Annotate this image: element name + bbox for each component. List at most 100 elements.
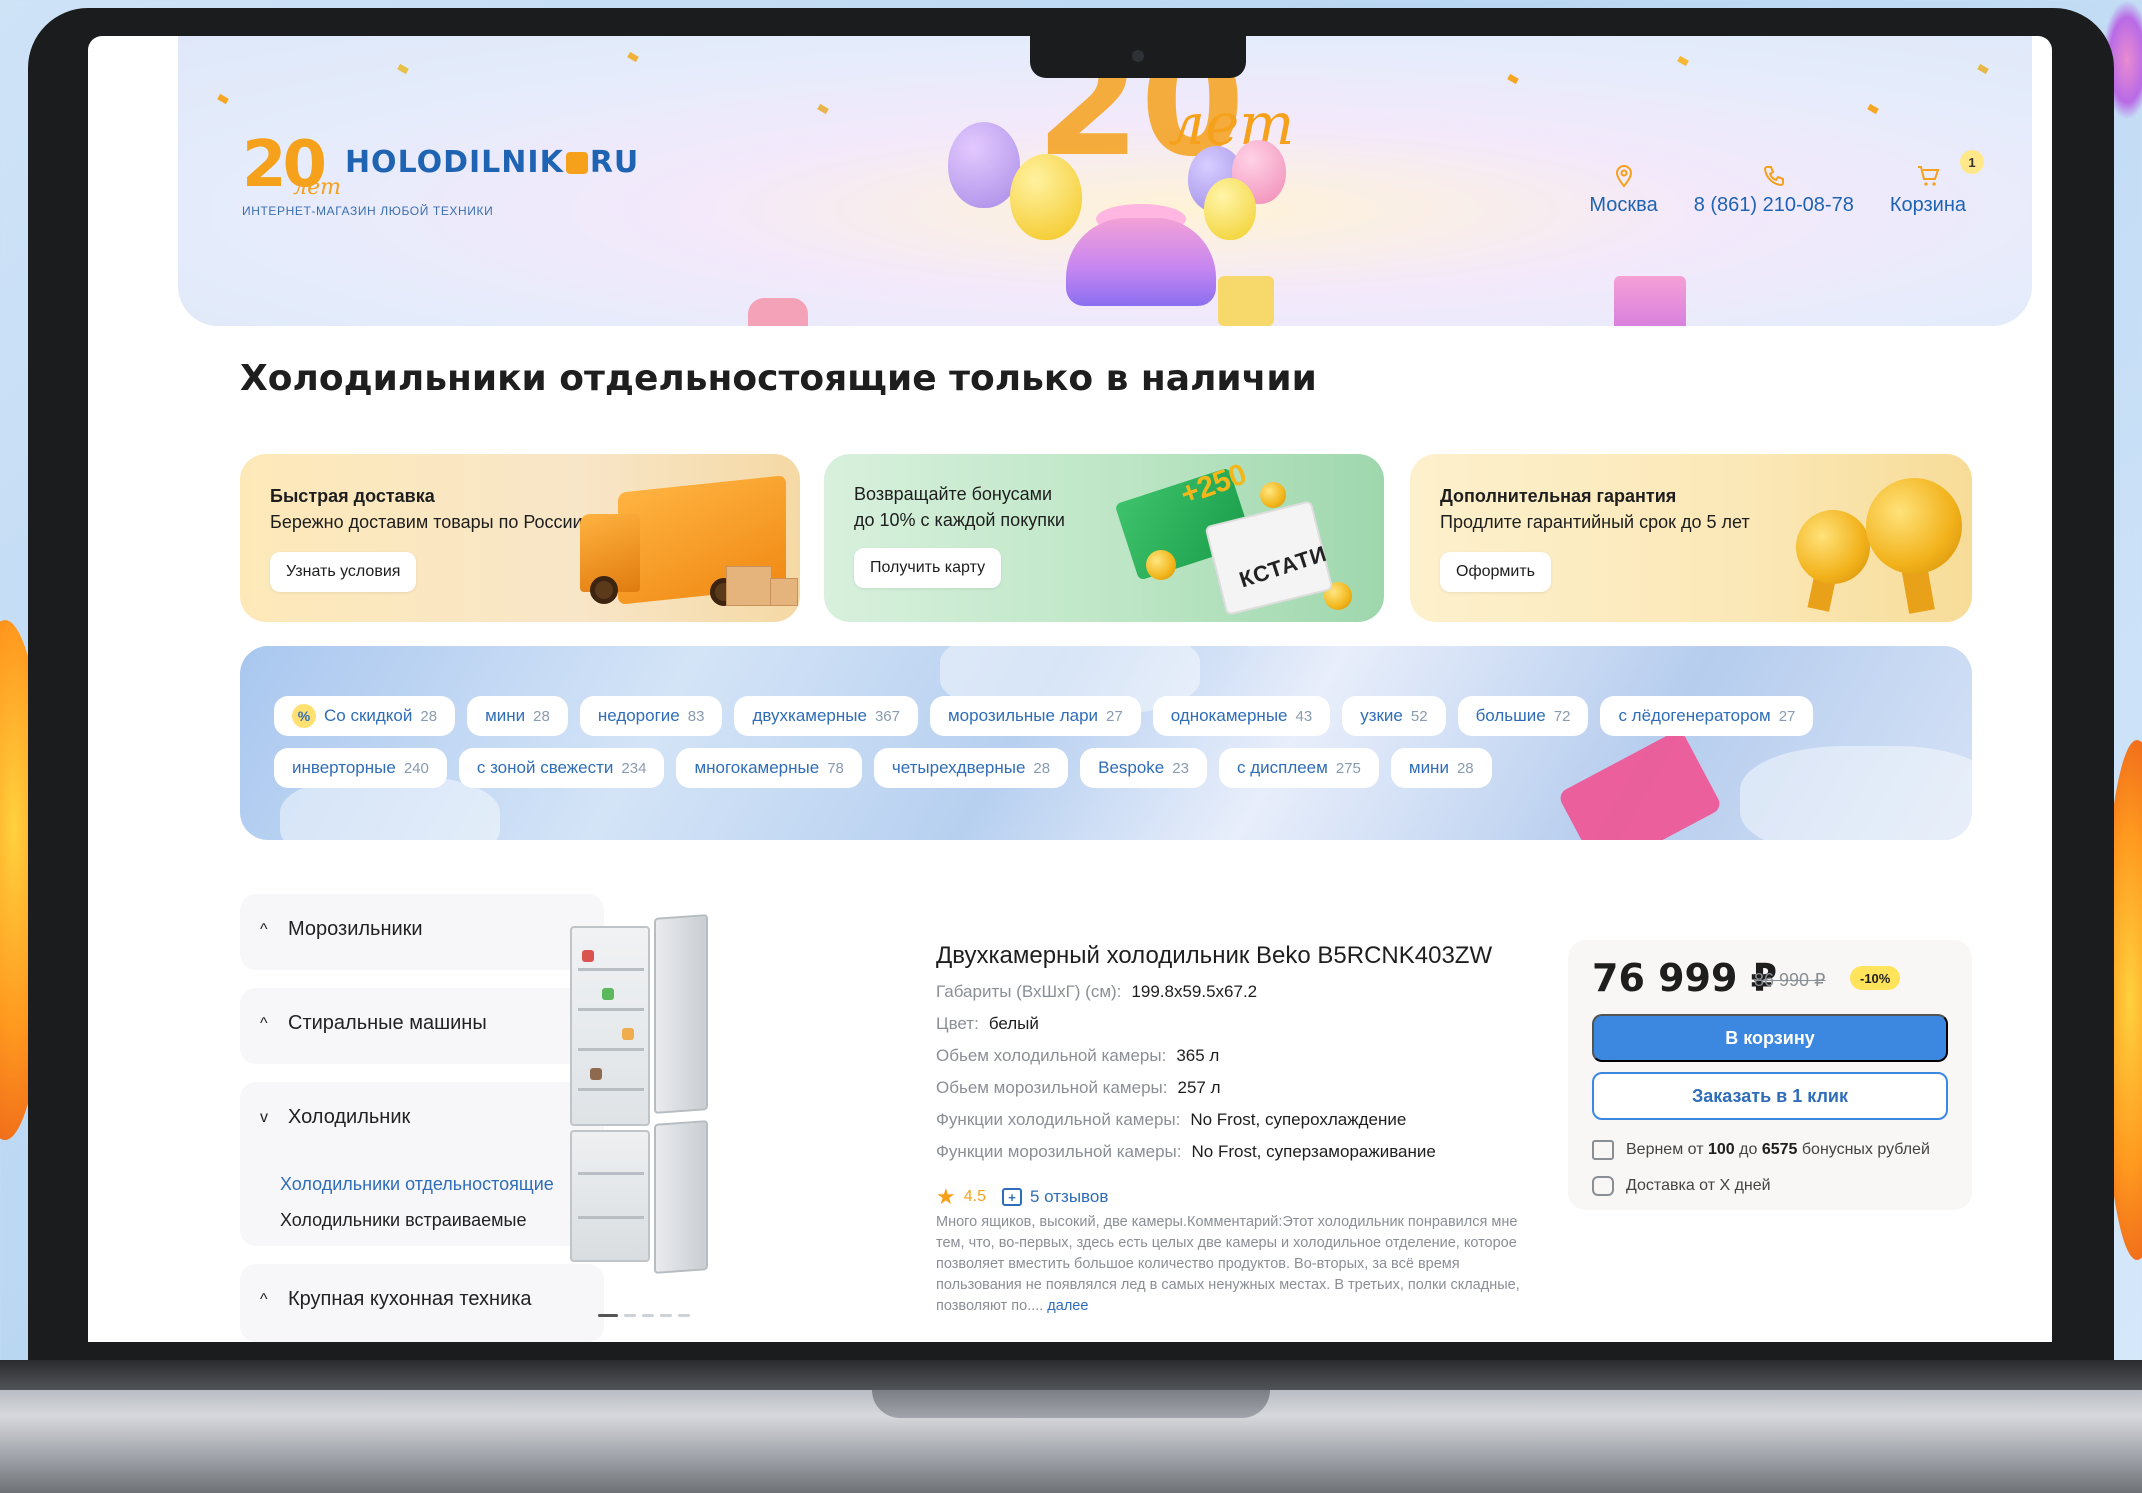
spec-row: Функции холодильной камеры: No Frost, суп… <box>936 1110 1406 1130</box>
reviews-link[interactable]: 5 отзывов <box>1030 1187 1108 1207</box>
chip-label: мини <box>485 706 526 725</box>
phone-link[interactable]: 8 (861) 210-08-78 <box>1694 164 1854 217</box>
slider-dot-active[interactable] <box>598 1314 618 1317</box>
sidebar-section-washing-machines[interactable]: ^ Стиральные машины <box>240 988 604 1064</box>
promo-title: Быстрая доставка <box>270 486 435 506</box>
sidebar-section-kitchen-appliances[interactable]: ^ Крупная кухонная техника <box>240 1264 604 1342</box>
phone-icon <box>1763 166 1784 187</box>
page-title: Холодильники отдельностоящие только в на… <box>240 358 1317 399</box>
chevron-down-icon: v <box>260 1108 268 1126</box>
birthday-cake-icon <box>1066 218 1216 306</box>
sidebar-section-header[interactable]: ^ Морозильники <box>260 918 423 941</box>
filter-chip-single-chamber[interactable]: однокамерные 43 <box>1152 696 1331 736</box>
spec-value: No Frost, суперохлаждение <box>1190 1110 1407 1129</box>
discount-badge: -10% <box>1850 966 1901 990</box>
site-logo[interactable]: 20 лет HOLODILNIK RU <box>242 133 640 200</box>
add-to-cart-button[interactable]: В корзину <box>1592 1014 1948 1062</box>
chip-count: 72 <box>1553 707 1571 725</box>
slider-dot[interactable] <box>642 1314 654 1317</box>
sidebar-section-header[interactable]: v Холодильник <box>260 1106 410 1129</box>
sidebar-section-header[interactable]: ^ Крупная кухонная техника <box>260 1288 532 1311</box>
city-label: Москва <box>1589 194 1658 216</box>
filter-chip-mini-2[interactable]: мини 28 <box>1390 748 1492 788</box>
sidebar-section-fridges[interactable]: v Холодильник Холодильники отдельностоящи… <box>240 1082 604 1246</box>
sidebar-item-built-in[interactable]: Холодильники встраиваемые <box>280 1210 527 1231</box>
logo-name-right: RU <box>589 145 640 180</box>
food-icon <box>602 988 614 1000</box>
confetti <box>397 63 409 75</box>
package-icon <box>1592 1176 1614 1196</box>
parcel-box-icon <box>726 566 772 606</box>
chip-label: однокамерные <box>1170 706 1288 725</box>
browser-screen: 20 лет HOLODILNIK RU ИНТЕРНЕТ-МАГАЗИН ЛЮБ… <box>88 36 2052 1342</box>
coin-icon <box>1146 550 1176 580</box>
filter-chip-large[interactable]: большие 72 <box>1457 696 1589 736</box>
filter-chip-mini[interactable]: мини 28 <box>467 696 568 736</box>
reviews-icon: + <box>1001 1188 1022 1206</box>
chip-count: 275 <box>1335 759 1361 777</box>
promo-bonus-card[interactable]: Возвращайте бонусами до 10% с каждой пок… <box>824 454 1384 622</box>
parcel-box-icon <box>770 578 798 606</box>
city-selector[interactable]: Москва <box>1589 164 1658 217</box>
slider-dot[interactable] <box>624 1314 636 1317</box>
spec-row: Функции морозильной камеры: No Frost, суп… <box>936 1142 1436 1162</box>
guarantee-apply-button[interactable]: Оформить <box>1440 552 1552 592</box>
cart-link[interactable]: Корзина 1 <box>1890 150 1984 217</box>
product-image[interactable] <box>570 914 718 1276</box>
image-slider-dots <box>598 1314 690 1317</box>
filter-chip-inverter[interactable]: инверторные 240 <box>274 748 447 788</box>
filter-chip-ice-maker[interactable]: с лёдогенератором 27 <box>1600 696 1814 736</box>
slider-dot[interactable] <box>678 1314 690 1317</box>
chip-count: 28 <box>420 707 438 725</box>
shelf <box>578 1088 644 1091</box>
spec-row: Обьем морозильной камеры: 257 л <box>936 1078 1221 1098</box>
chip-count: 27 <box>1106 707 1123 725</box>
promo-title: Возвращайте бонусами <box>854 484 1053 504</box>
filter-chip-chest-freezers[interactable]: морозильные лари 27 <box>929 696 1141 736</box>
review-more-link[interactable]: далее <box>1047 1298 1088 1314</box>
spec-label: Обьем морозильной камеры: <box>936 1078 1168 1097</box>
delivery-terms-button[interactable]: Узнать условия <box>270 552 417 592</box>
filter-chip-narrow[interactable]: узкие 52 <box>1342 696 1446 736</box>
laptop-base-notch <box>872 1390 1270 1418</box>
chip-label: многокамерные <box>694 758 820 777</box>
filter-chip-bespoke[interactable]: Bespoke 23 <box>1080 748 1207 788</box>
get-card-button[interactable]: Получить карту <box>854 548 1002 588</box>
chip-label: четырехдверные <box>891 758 1026 777</box>
promo-subtitle: Продлите гарантийный срок до 5 лет <box>1440 512 1750 532</box>
chip-label: двухкамерные <box>752 706 867 725</box>
medal-small-icon <box>1796 510 1870 584</box>
filter-chip-four-door[interactable]: четырехдверные 28 <box>873 748 1069 788</box>
bonus-mid: до <box>1739 1141 1758 1158</box>
chip-label: недорогие <box>597 706 680 725</box>
filter-chip-cheap[interactable]: недорогие 83 <box>579 696 723 736</box>
spec-value: белый <box>988 1014 1039 1033</box>
filter-chip-display[interactable]: с дисплеем 275 <box>1218 748 1379 788</box>
product-title[interactable]: Двухкамерный холодильник Beko B5RCNK403Z… <box>936 942 1492 970</box>
fridge-door <box>654 1120 708 1274</box>
promo-delivery-card[interactable]: Быстрая доставка Бережно доставим товары… <box>240 454 800 622</box>
chip-label: морозильные лари <box>947 706 1099 725</box>
slider-dot[interactable] <box>660 1314 672 1317</box>
filter-chip-multi-chamber[interactable]: многокамерные 78 <box>676 748 862 788</box>
confetti <box>1867 103 1879 115</box>
chip-label: узкие <box>1360 706 1403 725</box>
food-icon <box>582 950 594 962</box>
spec-row: Цвет: белый <box>936 1014 1039 1034</box>
cart-count-badge: 1 <box>1960 150 1984 174</box>
food-icon <box>622 1028 634 1040</box>
filter-chip-discount[interactable]: % Со скидкой 28 <box>274 696 456 736</box>
sidebar-section-label: Морозильники <box>288 918 423 940</box>
spec-row: Обьем холодильной камеры: 365 л <box>936 1046 1219 1066</box>
sidebar-item-freestanding[interactable]: Холодильники отдельностоящие <box>280 1174 554 1195</box>
sidebar-section-freezers[interactable]: ^ Морозильники <box>240 894 604 970</box>
logo-dot-icon <box>565 152 588 174</box>
chevron-up-icon: ^ <box>260 1014 268 1032</box>
one-click-order-button[interactable]: Заказать в 1 клик <box>1592 1072 1948 1120</box>
filter-chip-freshness-zone[interactable]: с зоной свежести 234 <box>458 748 665 788</box>
sidebar-section-header[interactable]: ^ Стиральные машины <box>260 1012 487 1035</box>
bonus-prefix: Вернем от <box>1626 1141 1704 1158</box>
promo-guarantee-card[interactable]: Дополнительная гарантия Продлите гаранти… <box>1410 454 1972 622</box>
spec-value: 365 л <box>1176 1046 1220 1065</box>
filter-chip-two-chamber[interactable]: двухкамерные 367 <box>734 696 918 736</box>
